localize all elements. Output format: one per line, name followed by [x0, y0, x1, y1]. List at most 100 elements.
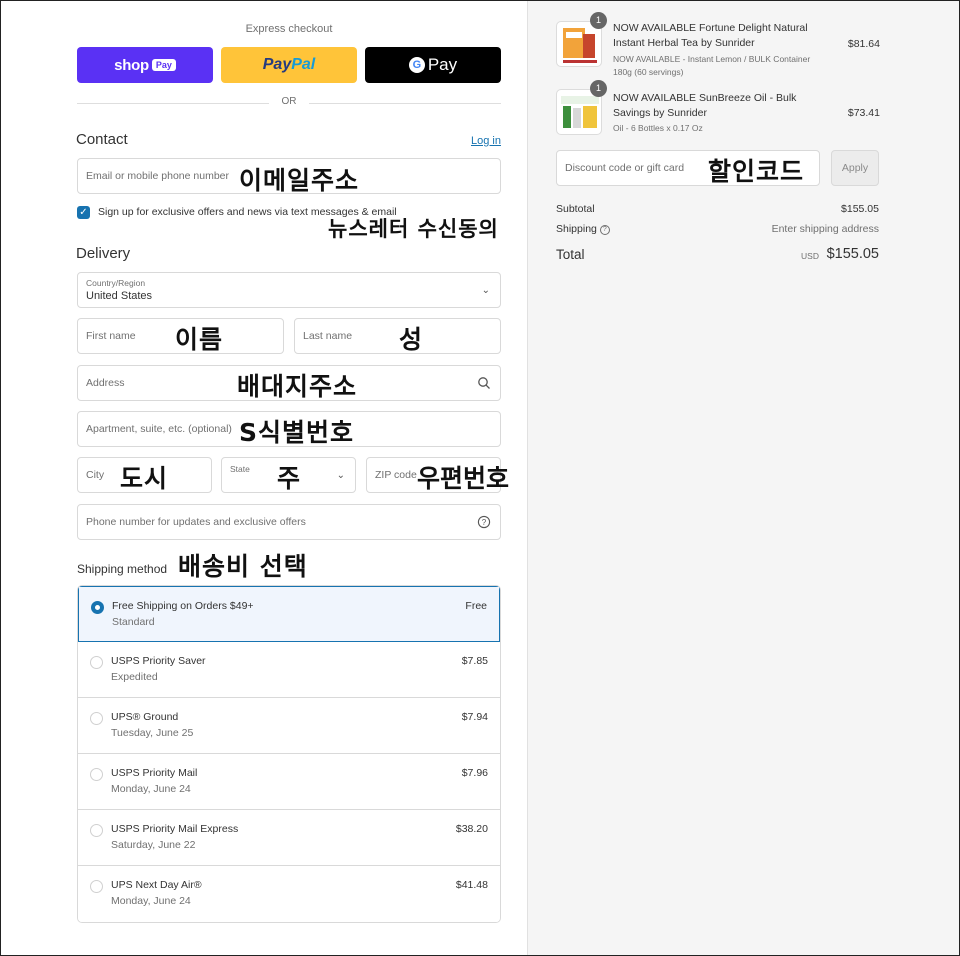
shipping-option-name: UPS Next Day Air® [111, 879, 202, 891]
contact-heading: Contact [76, 131, 128, 148]
apply-button[interactable]: Apply [831, 150, 879, 186]
zip-korean-note: 우편번호 [417, 464, 510, 493]
shipping-option[interactable]: UPS Next Day Air® Monday, June 24 $41.48 [78, 866, 500, 922]
google-pay-button[interactable]: G Pay [365, 47, 501, 83]
radio-button[interactable] [90, 880, 103, 893]
login-link[interactable]: Log in [471, 135, 501, 147]
shipping-korean-note: 배송비 선택 [178, 552, 308, 581]
last-name-korean-note: 성 [399, 325, 424, 354]
checkout-form-column: Express checkout shop Pay PayPal G Pay O… [1, 1, 527, 955]
state-korean-note: 주 [277, 464, 302, 493]
apartment-placeholder: Apartment, suite, etc. (optional) [86, 423, 232, 435]
shipping-option-detail: Monday, June 24 [111, 783, 191, 795]
shipping-option-price: $7.85 [461, 655, 488, 667]
shipping-value: Enter shipping address [771, 223, 879, 235]
item-size: 180g (60 servings) [613, 67, 684, 77]
shipping-options-list: Free Shipping on Orders $49+ Standard Free… [77, 585, 501, 923]
item-variant: NOW AVAILABLE - Instant Lemon / BULK Con… [613, 54, 811, 64]
subtotal-value: $155.05 [841, 203, 879, 215]
phone-placeholder: Phone number for updates and exclusive o… [86, 516, 306, 528]
item-name: NOW AVAILABLE SunBreeze Oil - Bulk Savin… [613, 92, 797, 119]
city-placeholder: City [86, 469, 105, 481]
cart-item: 1 NOW AVAILABLE Fortune Delight Natural … [556, 12, 880, 77]
shipping-option-price: Free [465, 600, 487, 612]
paypal-logo: PayPal [262, 56, 316, 73]
shipping-option-price: $7.94 [461, 711, 488, 723]
last-name-placeholder: Last name [303, 330, 353, 342]
chevron-down-icon: ⌄ [481, 285, 490, 296]
discount-korean-note: 할인코드 [708, 157, 805, 186]
address-placeholder: Address [86, 377, 125, 389]
shipping-method-heading: Shipping method [77, 562, 168, 576]
zip-placeholder: ZIP code [375, 469, 417, 481]
shipping-option-name: Free Shipping on Orders $49+ [112, 600, 254, 612]
shipping-option[interactable]: UPS® Ground Tuesday, June 25 $7.94 [78, 698, 500, 754]
state-label: State [230, 464, 250, 474]
shipping-option-detail: Tuesday, June 25 [111, 727, 194, 739]
shipping-row: Shipping? Enter shipping address [556, 223, 879, 235]
last-name-field[interactable]: Last name [294, 318, 501, 354]
email-korean-note: 이메일주소 [239, 166, 360, 195]
total-row: Total USD $155.05 [556, 246, 879, 264]
help-circle-icon[interactable]: ? [477, 515, 491, 529]
shipping-option-detail: Standard [112, 616, 155, 628]
shipping-option-detail: Monday, June 24 [111, 895, 191, 907]
or-divider: OR [77, 96, 501, 110]
help-circle-icon[interactable]: ? [599, 225, 610, 235]
express-checkout-title: Express checkout [245, 23, 333, 35]
shop-pay-button[interactable]: shop Pay [77, 47, 213, 83]
quantity-badge: 1 [590, 12, 607, 29]
quantity-badge: 1 [590, 80, 607, 97]
shipping-option[interactable]: USPS Priority Mail Monday, June 24 $7.96 [78, 754, 500, 810]
paypal-button[interactable]: PayPal [221, 47, 357, 83]
shipping-option-name: USPS Priority Saver [111, 655, 206, 667]
item-name: NOW AVAILABLE Fortune Delight Natural In… [613, 22, 808, 49]
country-label: Country/Region [86, 278, 146, 288]
shipping-label: Shipping [556, 223, 597, 235]
shipping-option-name: USPS Priority Mail [111, 767, 198, 779]
shipping-option-name: USPS Priority Mail Express [111, 823, 239, 835]
shipping-option-detail: Saturday, June 22 [111, 839, 196, 851]
google-pay-text: Pay [427, 55, 458, 74]
delivery-heading: Delivery [76, 245, 131, 262]
cart-item: 1 NOW AVAILABLE SunBreeze Oil - Bulk Sav… [556, 80, 880, 139]
shipping-option[interactable]: USPS Priority Mail Express Saturday, June… [78, 810, 500, 866]
subtotal-label: Subtotal [556, 203, 595, 215]
item-variant: Oil - 6 Bottles x 0.17 Oz [613, 123, 703, 133]
radio-button[interactable] [90, 824, 103, 837]
first-name-placeholder: First name [86, 330, 136, 342]
search-icon [478, 377, 490, 389]
newsletter-korean-note: 뉴스레터 수신동의 [328, 217, 499, 241]
shipping-option-price: $41.48 [455, 879, 488, 891]
item-price: $81.64 [847, 38, 880, 50]
country-select[interactable]: Country/Region United States ⌄ [77, 272, 501, 308]
radio-button[interactable] [90, 656, 103, 669]
shop-pay-logo-text: shop [114, 56, 149, 74]
shipping-option[interactable]: USPS Priority Saver Expedited $7.85 [78, 642, 500, 698]
newsletter-checkbox[interactable]: ✓ [77, 206, 90, 219]
radio-button[interactable] [90, 768, 103, 781]
first-name-korean-note: 이름 [175, 325, 224, 354]
shipping-option-price: $38.20 [455, 823, 488, 835]
city-korean-note: 도시 [120, 464, 169, 493]
chevron-down-icon: ⌄ [336, 470, 345, 481]
country-value: United States [86, 290, 153, 302]
google-g-icon: G [408, 57, 425, 73]
shipping-option-detail: Expedited [111, 671, 158, 683]
order-summary-column: 1 NOW AVAILABLE Fortune Delight Natural … [527, 1, 959, 955]
item-price: $73.41 [847, 107, 880, 119]
subtotal-row: Subtotal $155.05 [556, 203, 879, 215]
phone-field[interactable]: Phone number for updates and exclusive o… [77, 504, 501, 540]
shipping-option[interactable]: Free Shipping on Orders $49+ Standard Free [78, 586, 500, 642]
radio-button[interactable] [91, 601, 104, 614]
email-placeholder: Email or mobile phone number [86, 170, 229, 182]
radio-button[interactable] [90, 712, 103, 725]
shipping-option-price: $7.96 [461, 767, 488, 779]
or-text: OR [281, 96, 297, 107]
discount-placeholder: Discount code or gift card [565, 162, 685, 174]
shipping-option-name: UPS® Ground [111, 711, 179, 723]
address-korean-note: 배대지주소 [237, 372, 358, 401]
total-label: Total [556, 247, 585, 262]
total-value: $155.05 [826, 246, 879, 262]
apartment-korean-note: S식별번호 [239, 418, 355, 447]
